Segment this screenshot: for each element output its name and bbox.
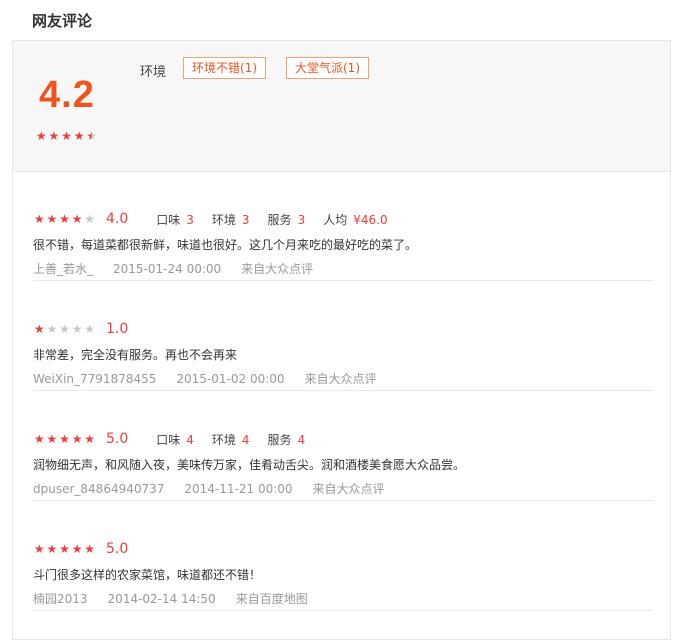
- star-icon: ★: [59, 542, 70, 556]
- review-score: 5.0: [105, 541, 129, 557]
- review-user[interactable]: 楠园2013: [33, 590, 88, 607]
- star-icon: ★: [46, 212, 58, 226]
- review-item: ★ ★ ★ ★ ★ 5.0 斗门很多这样的农家菜馆，味道都还不错！ 楠园2013 2014…: [33, 501, 653, 611]
- star-empty-icon: ★: [84, 322, 96, 336]
- half-star-icon: ★: [86, 129, 98, 143]
- star-icon: ★: [84, 432, 96, 446]
- review-user[interactable]: WeiXin_7791878455: [33, 372, 156, 386]
- star-icon: ★: [84, 542, 96, 556]
- sub-score-label: 环境: [211, 212, 236, 227]
- section-title: 网友评论: [32, 12, 93, 30]
- star-icon: ★: [33, 212, 45, 226]
- sub-score-label: 环境: [211, 432, 236, 447]
- sub-score-service: 服务 4: [268, 431, 306, 448]
- sub-score-taste: 口味 3: [156, 211, 194, 228]
- review-stars: ★ ★ ★ ★ ★: [33, 323, 96, 335]
- sub-score-environment: 环境 4: [212, 431, 250, 448]
- sub-score-label: 服务: [267, 432, 292, 447]
- review-rating-row: ★ ★ ★ ★ ★ 5.0 口味 4 环境 4 服务 4: [33, 431, 305, 447]
- review-item: ★ ★ ★ ★ ★ 4.0 口味 3 环境 3 服务 3 人均 ¥46.0 很不错，每道菜都很新…: [33, 171, 653, 281]
- review-time: 2014-11-21 00:00: [184, 482, 293, 496]
- review-score: 5.0: [105, 431, 129, 447]
- star-icon: ★: [71, 542, 83, 556]
- sub-score-avg-price: 人均 ¥46.0: [323, 211, 387, 228]
- star-icon: ★: [71, 212, 83, 226]
- review-item: ★ ★ ★ ★ ★ 5.0 口味 4 环境 4 服务 4 润物细无声，和风随入夜，美味传万家，…: [33, 391, 653, 501]
- review-source: 来自大众点评: [241, 262, 314, 276]
- review-rating-row: ★ ★ ★ ★ ★ 1.0: [33, 321, 128, 337]
- overall-stars: ★ ★ ★ ★ ★: [35, 130, 98, 142]
- sub-score-service: 服务 3: [268, 211, 306, 228]
- tag-category-label: 环境: [140, 65, 167, 80]
- star-icon: ★: [61, 129, 72, 143]
- star-icon: ★: [33, 432, 45, 446]
- star-icon: ★: [48, 129, 60, 143]
- sub-score-taste: 口味 4: [156, 431, 194, 448]
- tag-environment-good[interactable]: 环境不错(1): [183, 57, 266, 79]
- star-empty-icon: ★: [46, 322, 58, 336]
- review-text: 非常差，完全没有服务。再也不会再来: [33, 348, 238, 362]
- overall-score: 4.2: [39, 74, 95, 116]
- star-icon: ★: [73, 129, 85, 143]
- sub-score-label: 口味: [156, 432, 181, 447]
- review-source: 来自大众点评: [312, 482, 385, 496]
- review-item: ★ ★ ★ ★ ★ 1.0 非常差，完全没有服务。再也不会再来 WeiXin_77918…: [33, 281, 653, 391]
- review-text: 很不错，每道菜都很新鲜，味道也很好。这几个月来吃的最好吃的菜了。: [33, 238, 418, 252]
- star-icon: ★: [46, 432, 58, 446]
- sub-score-value: 4: [241, 432, 250, 447]
- review-meta: WeiXin_7791878455 2015-01-02 00:00 来自大众点评: [33, 370, 377, 387]
- review-stars: ★ ★ ★ ★ ★: [33, 433, 96, 445]
- sub-score-value: 4: [186, 432, 194, 447]
- review-source: 来自百度地图: [235, 592, 308, 606]
- review-stars: ★ ★ ★ ★ ★: [33, 543, 96, 555]
- star-empty-icon: ★: [71, 322, 83, 336]
- rating-summary: 4.2 ★ ★ ★ ★ ★ 环境 环境不错(1) 大堂气派(1): [13, 41, 670, 172]
- sub-score-value: 3: [241, 212, 250, 227]
- tag-lobby-grand[interactable]: 大堂气派(1): [286, 57, 369, 79]
- reviews-panel: 4.2 ★ ★ ★ ★ ★ 环境 环境不错(1) 大堂气派(1) ★ ★ ★ ★ ★ 4.0 口…: [12, 40, 671, 640]
- review-stars: ★ ★ ★ ★ ★: [33, 213, 96, 225]
- star-icon: ★: [71, 432, 83, 446]
- sub-score-environment: 环境 3: [212, 211, 250, 228]
- review-meta: 楠园2013 2014-02-14 14:50 来自百度地图: [33, 590, 308, 607]
- review-rating-row: ★ ★ ★ ★ ★ 4.0 口味 3 环境 3 服务 3 人均 ¥46.0: [33, 211, 388, 227]
- star-icon: ★: [33, 322, 45, 336]
- star-icon: ★: [35, 129, 47, 143]
- review-text: 斗门很多这样的农家菜馆，味道都还不错！: [33, 568, 262, 582]
- review-time: 2015-01-02 00:00: [176, 372, 285, 386]
- star-empty-icon: ★: [59, 322, 70, 336]
- sub-score-label: 口味: [156, 212, 181, 227]
- review-meta: dpuser_84864940737 2014-11-21 00:00 来自大众点评: [33, 480, 385, 497]
- review-user[interactable]: 上善_若水_: [33, 260, 93, 277]
- review-source: 来自大众点评: [304, 372, 377, 386]
- sub-score-value: 3: [297, 212, 306, 227]
- review-meta: 上善_若水_ 2015-01-24 00:00 来自大众点评: [33, 260, 313, 277]
- review-rating-row: ★ ★ ★ ★ ★ 5.0: [33, 541, 128, 557]
- sub-score-value: 3: [186, 212, 194, 227]
- sub-score-value: ¥46.0: [353, 212, 388, 227]
- sub-score-label: 人均: [323, 212, 348, 227]
- review-score: 4.0: [105, 211, 129, 227]
- star-icon: ★: [33, 542, 45, 556]
- star-icon: ★: [59, 212, 70, 226]
- star-icon: ★: [59, 432, 70, 446]
- review-user[interactable]: dpuser_84864940737: [33, 482, 164, 496]
- sub-score-label: 服务: [267, 212, 292, 227]
- sub-score-value: 4: [297, 432, 306, 447]
- star-icon: ★: [46, 542, 58, 556]
- star-empty-icon: ★: [84, 212, 96, 226]
- review-time: 2014-02-14 14:50: [107, 592, 216, 606]
- review-score: 1.0: [105, 321, 129, 337]
- review-text: 润物细无声，和风随入夜，美味传万家，佳肴动舌尖。润和酒楼美食愿大众品尝。: [33, 458, 466, 472]
- review-time: 2015-01-24 00:00: [113, 262, 222, 276]
